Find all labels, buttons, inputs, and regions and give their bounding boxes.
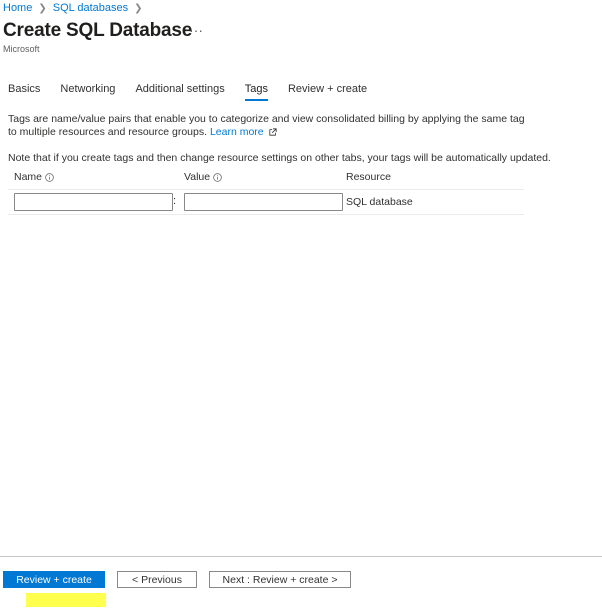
tags-note: Note that if you create tags and then ch… [8,152,551,164]
column-header-value-label: Value [184,171,211,183]
learn-more-link[interactable]: Learn more [210,126,264,138]
chevron-right-icon: ❯ [38,2,47,14]
footer-divider [0,556,602,557]
tab-additional-settings[interactable]: Additional settings [135,83,224,101]
breadcrumb-home-link[interactable]: Home [3,2,32,14]
tags-description: Tags are name/value pairs that enable yo… [8,113,528,139]
next-review-create-button[interactable]: Next : Review + create > [209,571,351,588]
tag-name-input[interactable] [14,193,173,211]
tab-tags[interactable]: Tags [244,83,268,101]
external-link-icon[interactable] [269,128,277,136]
more-options-icon[interactable]: ··· [189,22,203,38]
chevron-right-icon: ❯ [134,2,143,14]
info-icon[interactable] [45,172,54,182]
breadcrumb-sql-databases-link[interactable]: SQL databases [53,2,128,14]
page-title: Create SQL Database [3,20,193,41]
tab-review-create[interactable]: Review + create [288,83,367,101]
highlight-marker [26,593,106,607]
page: Home ❯ SQL databases ❯ Create SQL Databa… [0,0,602,608]
table-header: Name Value Resource [8,167,524,190]
column-header-resource: Resource [346,171,391,183]
page-subtitle: Microsoft [3,44,40,54]
name-value-separator: : [173,195,177,207]
tab-bar: Basics Networking Additional settings Ta… [8,83,387,101]
info-icon[interactable] [213,172,222,182]
tab-basics[interactable]: Basics [8,83,40,101]
tab-networking[interactable]: Networking [60,83,115,101]
tags-table: Name Value Resource : SQL database [8,167,524,215]
table-row: : SQL database [8,190,524,215]
review-create-button[interactable]: Review + create [3,571,105,588]
previous-button[interactable]: < Previous [117,571,197,588]
tags-description-text: Tags are name/value pairs that enable yo… [8,113,525,138]
column-header-name-label: Name [14,171,43,183]
breadcrumb: Home ❯ SQL databases ❯ [3,0,149,16]
column-header-value: Value [184,171,222,183]
column-header-name: Name [14,171,54,183]
resource-label: SQL database [346,196,413,208]
tag-value-input[interactable] [184,193,343,211]
